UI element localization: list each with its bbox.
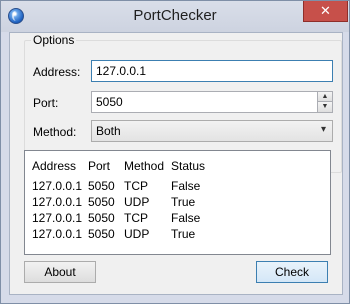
row-status: True <box>171 227 196 241</box>
spin-up-icon[interactable]: ▲ <box>317 92 332 102</box>
row-port: 5050 <box>88 227 115 241</box>
close-button[interactable]: ✕ <box>303 1 348 22</box>
column-header-method[interactable]: Method <box>124 159 164 173</box>
column-header-status[interactable]: Status <box>171 159 205 173</box>
row-status: False <box>171 211 201 225</box>
window-title: PortChecker <box>133 7 217 24</box>
port-label: Port: <box>33 96 59 110</box>
port-stepper[interactable]: 5050 ▲ ▼ <box>91 91 333 113</box>
row-port: 5050 <box>88 195 115 209</box>
column-header-port[interactable]: Port <box>88 159 110 173</box>
chevron-down-icon: ▾ <box>320 124 326 135</box>
portchecker-window: PortChecker ✕ Options Address: 127.0.0.1… <box>0 0 350 304</box>
row-method: TCP <box>124 211 148 225</box>
row-status: False <box>171 179 201 193</box>
table-row[interactable]: 127.0.0.1 5050 UDP True <box>25 227 330 243</box>
row-method: TCP <box>124 179 148 193</box>
options-group-label: Options <box>31 33 77 47</box>
row-address: 127.0.0.1 <box>32 179 83 193</box>
results-list-body: Address Port Method Status 127.0.0.1 505… <box>25 151 330 254</box>
results-header-row: Address Port Method Status <box>25 159 330 175</box>
address-label: Address: <box>33 65 81 79</box>
address-input[interactable]: 127.0.0.1 <box>91 60 333 82</box>
row-address: 127.0.0.1 <box>32 211 83 225</box>
table-row[interactable]: 127.0.0.1 5050 TCP False <box>25 179 330 195</box>
row-port: 5050 <box>88 179 115 193</box>
row-method: UDP <box>124 227 150 241</box>
title-bar: PortChecker ✕ <box>1 1 349 32</box>
port-value: 5050 <box>96 95 123 109</box>
check-button[interactable]: Check <box>256 261 328 283</box>
table-row[interactable]: 127.0.0.1 5050 TCP False <box>25 211 330 227</box>
column-header-address[interactable]: Address <box>32 159 76 173</box>
client-area: Options Address: 127.0.0.1 Port: 5050 ▲ … <box>9 32 343 295</box>
method-value: Both <box>96 124 121 138</box>
row-address: 127.0.0.1 <box>32 227 83 241</box>
results-list[interactable]: Address Port Method Status 127.0.0.1 505… <box>24 150 331 255</box>
table-row[interactable]: 127.0.0.1 5050 UDP True <box>25 195 330 211</box>
about-button[interactable]: About <box>24 261 96 283</box>
row-port: 5050 <box>88 211 115 225</box>
method-label: Method: <box>33 125 77 139</box>
method-select[interactable]: Both ▾ <box>91 120 333 142</box>
row-status: True <box>171 195 196 209</box>
row-address: 127.0.0.1 <box>32 195 83 209</box>
spin-down-icon[interactable]: ▼ <box>317 102 332 112</box>
row-method: UDP <box>124 195 150 209</box>
